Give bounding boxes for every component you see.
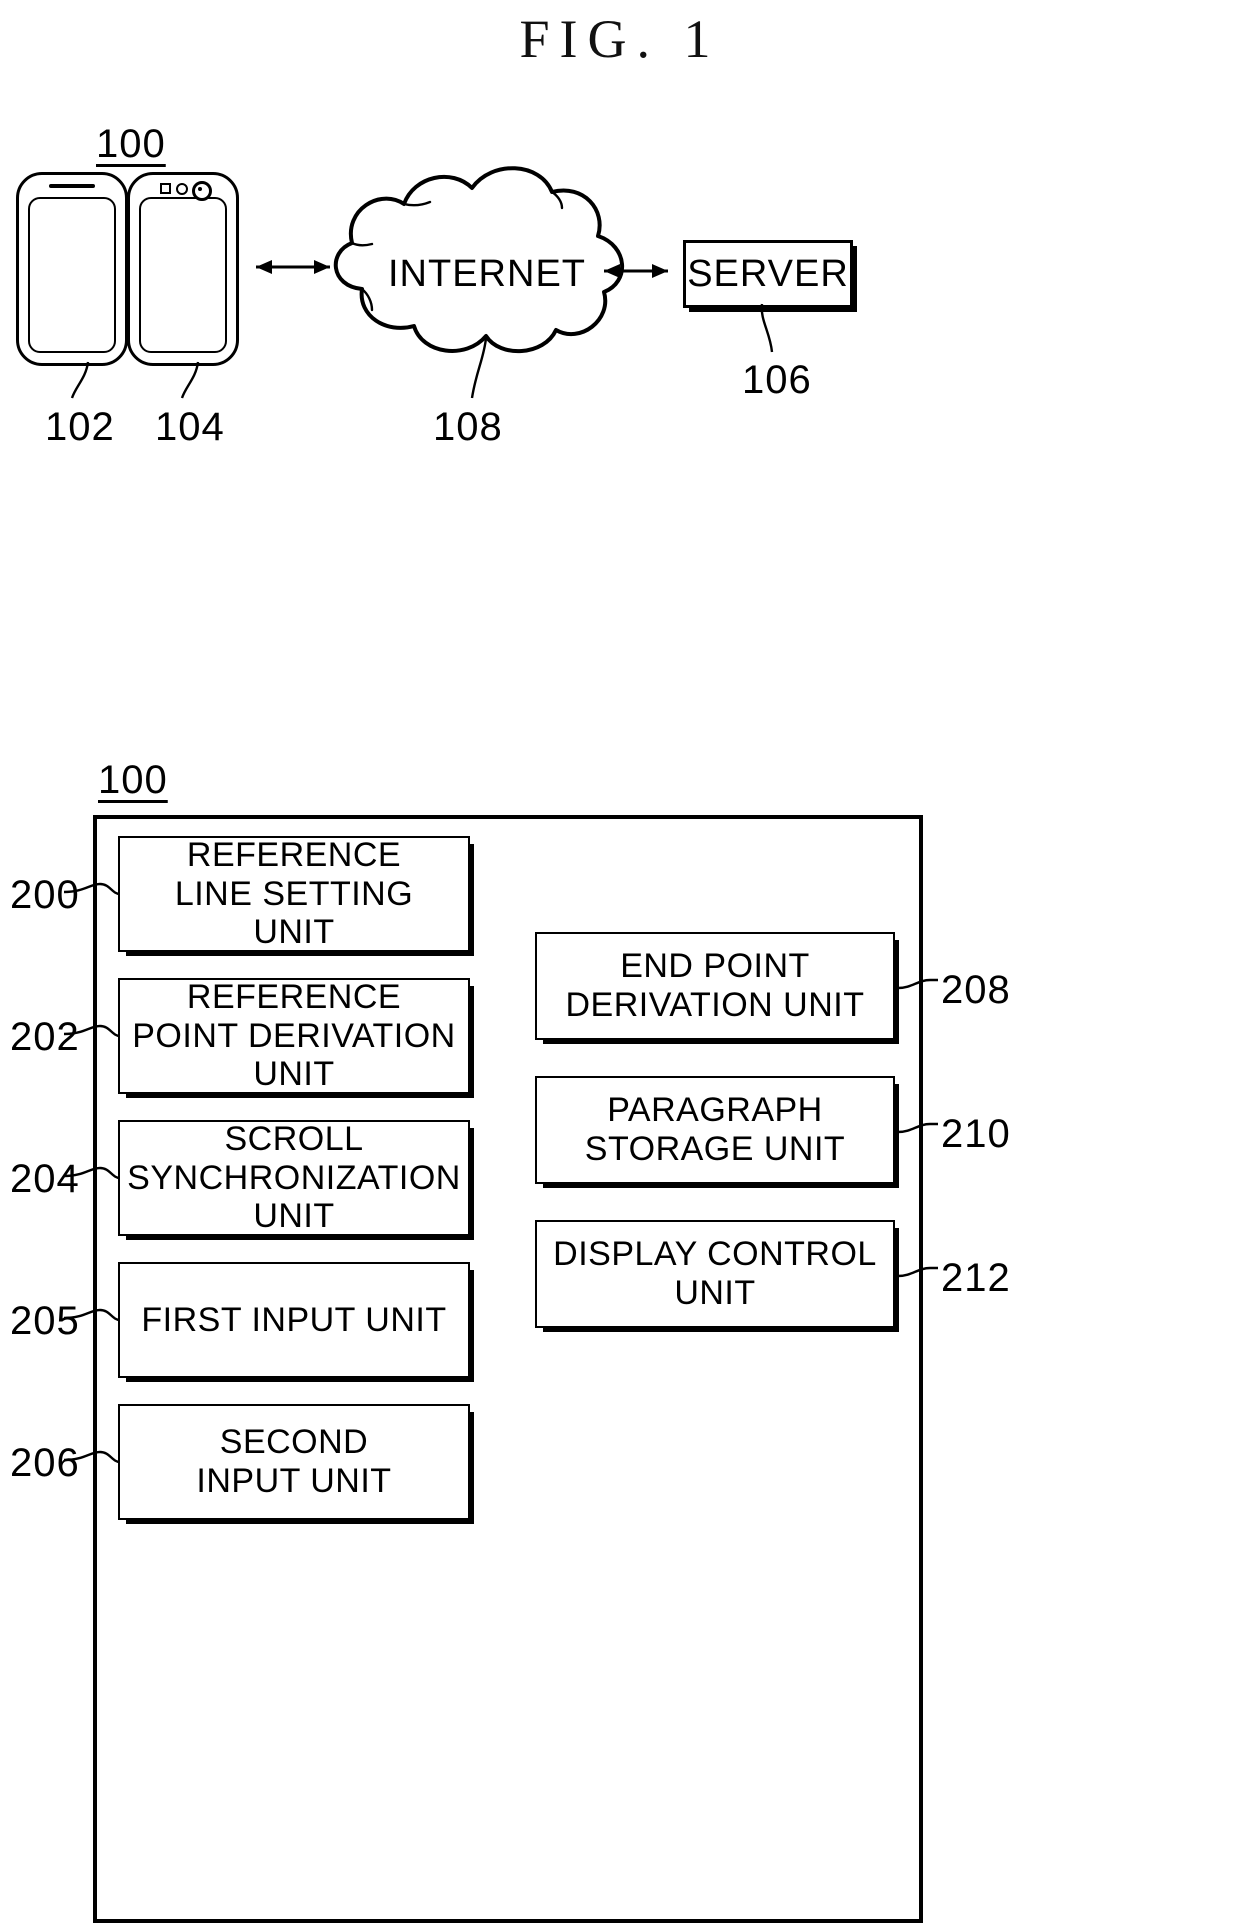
unit-scroll-synchronization: SCROLL SYNCHRONIZATION UNIT	[118, 1120, 470, 1236]
unit-label: DISPLAY CONTROL UNIT	[553, 1235, 877, 1312]
server-label: SERVER	[687, 252, 849, 295]
unit-label: REFERENCE LINE SETTING UNIT	[174, 835, 414, 952]
earpiece-speaker-icon	[49, 184, 95, 188]
internet-cloud-label: INTERNET	[388, 253, 586, 295]
fig2-ref-212: 212	[941, 1256, 1011, 1300]
server-box: SERVER	[683, 240, 853, 308]
fig1-ref-106: 106	[742, 358, 812, 402]
device-left	[16, 172, 128, 366]
fig1-system-ref-100: 100	[96, 122, 166, 166]
fig2-system-ref-100: 100	[98, 758, 168, 802]
arrow-internet-to-server	[604, 264, 668, 278]
fig2-ref-202: 202	[10, 1015, 80, 1059]
fig1-ref-108: 108	[433, 405, 503, 449]
proximity-sensor-icon	[160, 183, 171, 194]
unit-label: FIRST INPUT UNIT	[141, 1300, 447, 1339]
leader-104	[180, 361, 200, 399]
unit-reference-line-setting: REFERENCE LINE SETTING UNIT	[118, 836, 470, 952]
fig2-ref-208: 208	[941, 968, 1011, 1012]
unit-first-input: FIRST INPUT UNIT	[118, 1262, 470, 1378]
leader-102	[70, 361, 90, 399]
unit-label: REFERENCE POINT DERIVATION UNIT	[132, 977, 456, 1094]
unit-end-point-derivation: END POINT DERIVATION UNIT	[535, 932, 895, 1040]
fig1-ref-104: 104	[155, 405, 225, 449]
unit-paragraph-storage: PARAGRAPH STORAGE UNIT	[535, 1076, 895, 1184]
fig2-ref-205: 205	[10, 1299, 80, 1343]
unit-label: PARAGRAPH STORAGE UNIT	[584, 1091, 846, 1168]
unit-second-input: SECOND INPUT UNIT	[118, 1404, 470, 1520]
fig2-ref-204: 204	[10, 1157, 80, 1201]
fig1-ref-102: 102	[45, 405, 115, 449]
device-right	[127, 172, 239, 366]
fig2-ref-200: 200	[10, 873, 80, 917]
light-sensor-icon	[176, 183, 188, 195]
unit-label: END POINT DERIVATION UNIT	[565, 947, 865, 1024]
fig2-ref-206: 206	[10, 1441, 80, 1485]
device-left-screen	[28, 197, 116, 353]
unit-label: SCROLL SYNCHRONIZATION UNIT	[127, 1119, 461, 1236]
leader-106	[760, 303, 774, 353]
fig1-title: FIG. 1	[519, 9, 721, 69]
front-camera-icon	[192, 181, 212, 201]
fig2-ref-210: 210	[941, 1112, 1011, 1156]
unit-display-control: DISPLAY CONTROL UNIT	[535, 1220, 895, 1328]
unit-label: SECOND INPUT UNIT	[196, 1423, 392, 1500]
device-right-screen	[139, 197, 227, 353]
unit-reference-point-derivation: REFERENCE POINT DERIVATION UNIT	[118, 978, 470, 1094]
arrow-devices-to-internet	[256, 260, 330, 274]
leader-108	[470, 337, 488, 399]
